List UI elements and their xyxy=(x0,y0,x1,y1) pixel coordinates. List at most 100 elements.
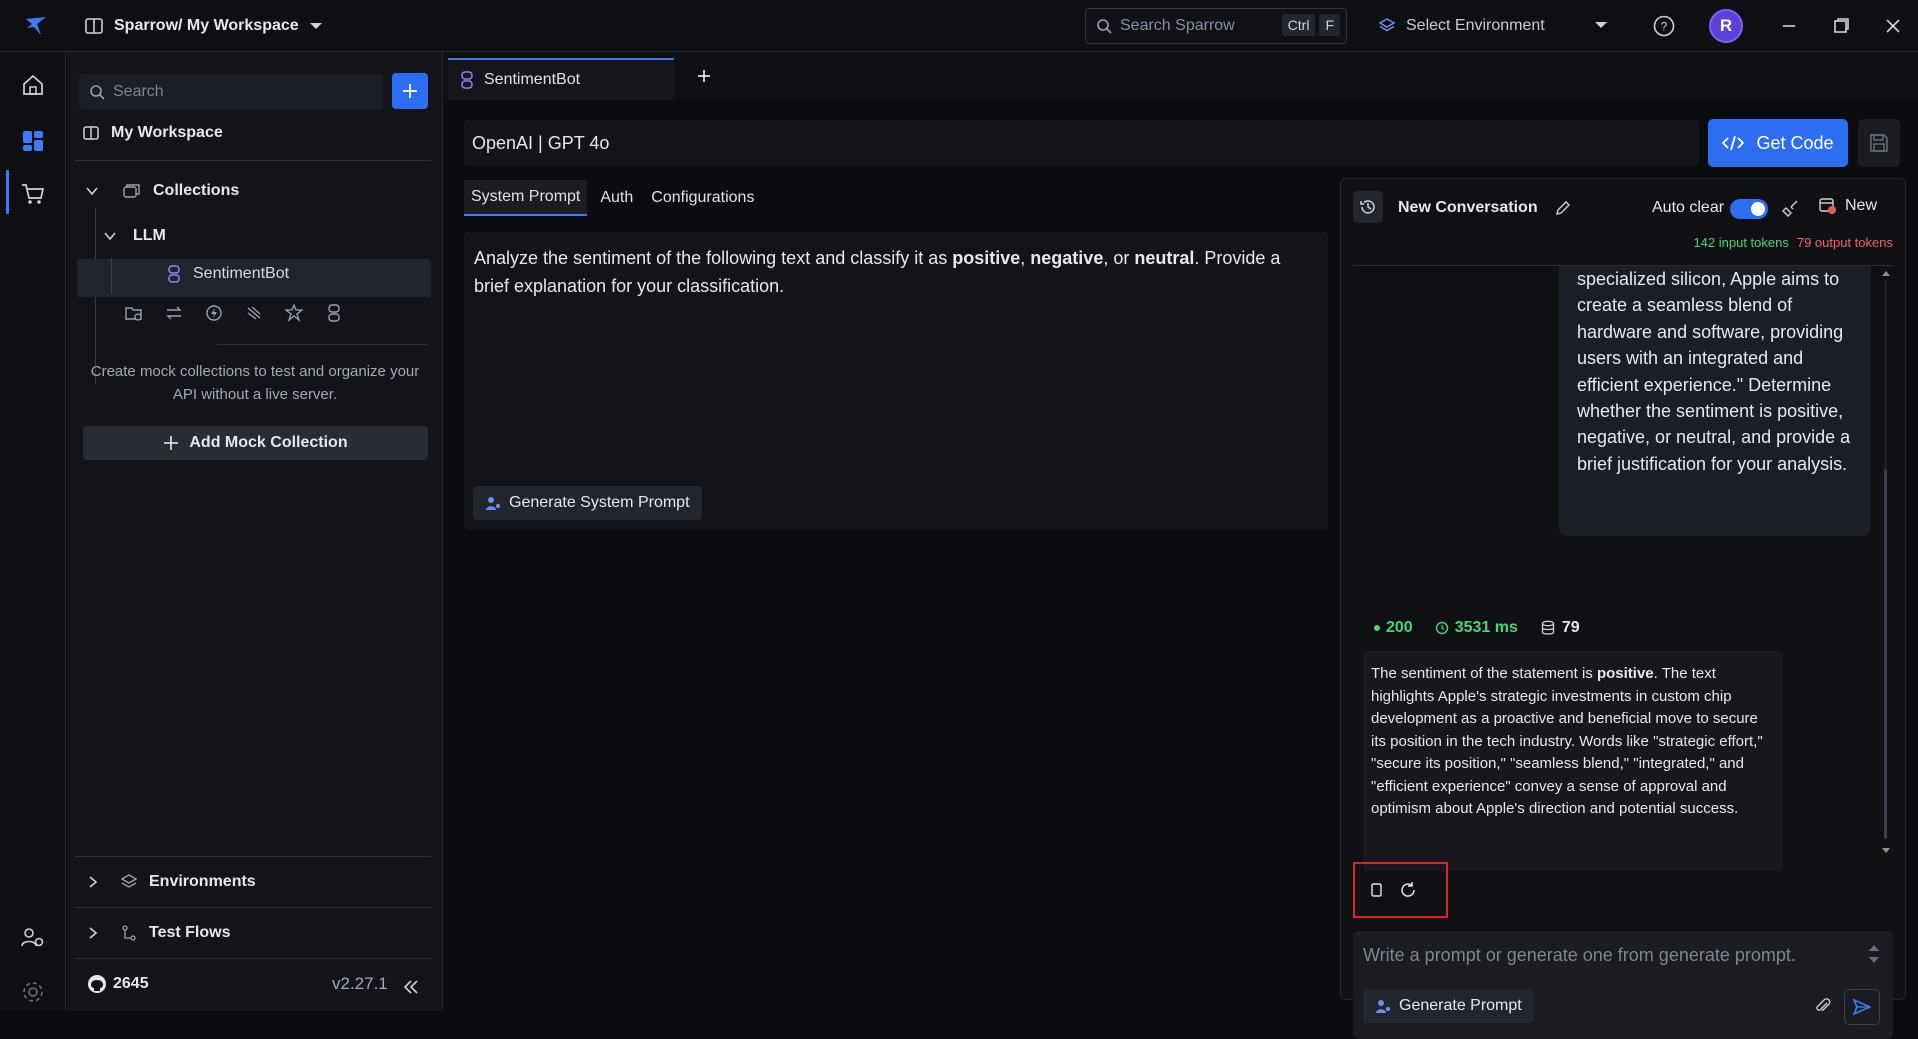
global-search-placeholder: Search Sparrow xyxy=(1120,17,1235,34)
tab-configurations[interactable]: Configurations xyxy=(644,180,761,216)
add-collection-button[interactable] xyxy=(392,73,428,109)
scroll-down-icon[interactable] xyxy=(1881,847,1891,855)
tab-sentimentbot[interactable]: SentimentBot xyxy=(448,58,674,100)
chat-scrollbar[interactable] xyxy=(1881,269,1891,857)
kbd-ctrl: Ctrl xyxy=(1281,14,1316,36)
workspace-name: Sparrow/ My Workspace xyxy=(114,17,299,34)
environment-label: Select Environment xyxy=(1406,17,1545,34)
collections-label: Collections xyxy=(153,182,240,199)
divider xyxy=(75,958,431,959)
generate-prompt-button[interactable]: Generate Prompt xyxy=(1363,989,1534,1023)
chat-header: New Conversation Auto clear New xyxy=(1353,191,1893,225)
environments-label: Environments xyxy=(149,873,256,890)
model-selector[interactable]: OpenAI | GPT 4o xyxy=(464,120,1699,166)
user-message: specialized silicon, Apple aims to creat… xyxy=(1559,266,1871,536)
model-name: OpenAI | GPT 4o xyxy=(472,132,610,153)
system-prompt-text[interactable]: Analyze the sentiment of the following t… xyxy=(474,244,1314,300)
plus-icon xyxy=(403,84,417,98)
user-avatar[interactable]: R xyxy=(1709,9,1743,43)
github-link[interactable]: 2645 xyxy=(87,974,149,994)
collapse-sidebar-icon[interactable] xyxy=(403,980,419,994)
environment-select[interactable]: Select Environment xyxy=(1378,14,1608,38)
chat-panel: New Conversation Auto clear New 142 inpu… xyxy=(1340,178,1906,1039)
mock-hint-text: Create mock collections to test and orga… xyxy=(90,363,420,403)
conversation-title: New Conversation xyxy=(1398,199,1538,216)
transfer-icon[interactable] xyxy=(165,304,183,322)
response-time: 3531 ms xyxy=(1435,619,1518,637)
history-icon xyxy=(1360,200,1375,214)
expand-arrows-icon[interactable] xyxy=(1867,941,1881,967)
graphql-icon[interactable] xyxy=(245,304,263,322)
sidebar: Search My Workspace Collections LLM Sent… xyxy=(67,52,443,1011)
system-prompt-editor[interactable]: Analyze the sentiment of the following t… xyxy=(464,232,1328,530)
chevron-right-icon xyxy=(89,927,98,939)
home-icon[interactable] xyxy=(20,72,46,98)
help-icon[interactable]: ? xyxy=(1652,14,1676,38)
bot-icon xyxy=(168,265,180,283)
scroll-thumb[interactable] xyxy=(1884,469,1887,839)
copy-icon[interactable] xyxy=(1369,882,1385,898)
new-label: New xyxy=(1845,197,1878,214)
new-tab-plus-icon[interactable] xyxy=(694,66,714,86)
collections-stack-icon xyxy=(123,184,140,198)
workspace-row[interactable]: My Workspace xyxy=(83,124,223,142)
status-dot-icon xyxy=(1374,625,1380,631)
team-settings-icon[interactable] xyxy=(20,925,46,951)
auto-clear-label: Auto clear xyxy=(1652,199,1725,216)
llm-folder-label: LLM xyxy=(133,227,166,244)
save-button[interactable] xyxy=(1858,119,1900,167)
folder-add-icon[interactable] xyxy=(125,304,143,322)
code-icon xyxy=(1722,135,1745,151)
flower-icon[interactable] xyxy=(285,304,303,322)
collections-icon[interactable] xyxy=(20,128,46,154)
response-stats: 200 3531 ms 79 xyxy=(1374,619,1580,637)
svg-text:?: ? xyxy=(1661,20,1668,34)
bot-icon xyxy=(461,71,473,89)
history-button[interactable] xyxy=(1353,191,1383,223)
tab-auth[interactable]: Auth xyxy=(593,180,640,216)
attach-paperclip-icon[interactable] xyxy=(1814,997,1832,1015)
workspace-switcher[interactable]: Sparrow/ My Workspace xyxy=(84,13,323,39)
output-token-count: 79 output tokens xyxy=(1796,235,1893,250)
prompt-input[interactable]: Write a prompt or generate one from gene… xyxy=(1353,931,1893,1039)
chevron-down-icon xyxy=(104,232,116,241)
ai-bot-icon[interactable] xyxy=(325,304,343,322)
divider xyxy=(217,344,427,345)
database-icon xyxy=(1541,620,1555,635)
regenerate-icon[interactable] xyxy=(1399,881,1417,899)
collections-row[interactable]: Collections xyxy=(85,182,239,200)
socket-icon[interactable] xyxy=(205,304,223,322)
edit-pencil-icon[interactable] xyxy=(1554,199,1572,217)
marketplace-cart-icon[interactable] xyxy=(20,181,46,207)
settings-gear-icon[interactable] xyxy=(20,979,46,1005)
get-code-label: Get Code xyxy=(1756,132,1834,153)
sparrow-logo-icon xyxy=(26,17,46,35)
layers-icon xyxy=(121,874,137,888)
tab-bar: SentimentBot xyxy=(444,52,1918,100)
scroll-up-icon[interactable] xyxy=(1881,269,1891,277)
collection-tools xyxy=(125,304,343,322)
add-mock-collection-button[interactable]: Add Mock Collection xyxy=(83,426,428,460)
maximize-icon[interactable] xyxy=(1829,14,1853,38)
close-icon[interactable] xyxy=(1881,14,1905,38)
github-icon xyxy=(88,975,106,993)
status-code: 200 xyxy=(1374,619,1413,637)
rail-active-indicator xyxy=(6,170,9,214)
sidebar-search-input[interactable]: Search xyxy=(79,74,383,110)
llm-folder-row[interactable]: LLM xyxy=(103,227,166,245)
minimize-icon[interactable] xyxy=(1777,14,1801,38)
global-search[interactable]: Search Sparrow Ctrl F xyxy=(1085,8,1347,44)
tab-system-prompt[interactable]: System Prompt xyxy=(464,180,588,216)
clear-broom-icon[interactable] xyxy=(1782,199,1800,217)
get-code-button[interactable]: Get Code xyxy=(1708,119,1848,167)
generate-system-prompt-button[interactable]: Generate System Prompt xyxy=(473,486,702,520)
test-flows-row[interactable]: Test Flows xyxy=(87,924,231,942)
environments-row[interactable]: Environments xyxy=(87,873,256,891)
search-icon xyxy=(90,85,105,100)
send-icon xyxy=(1853,998,1871,1016)
divider xyxy=(75,907,431,908)
auto-clear-toggle[interactable] xyxy=(1730,199,1768,219)
send-button[interactable] xyxy=(1844,989,1880,1025)
sidebar-item-sentimentbot[interactable]: SentimentBot xyxy=(167,265,289,283)
new-conversation-button[interactable]: New xyxy=(1819,197,1877,215)
